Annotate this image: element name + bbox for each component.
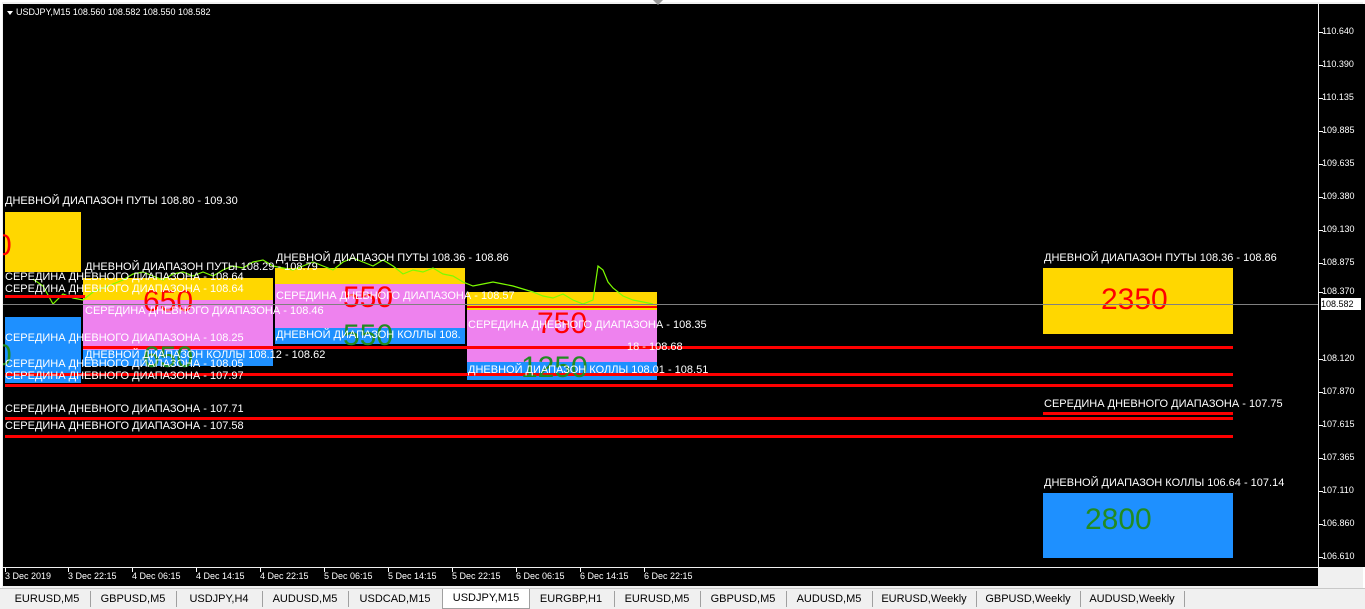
level-line xyxy=(1043,412,1233,415)
mid-label: СЕРЕДИНА ДНЕВНОГО ДИАПАЗОНА - 108.57 xyxy=(276,290,515,302)
range-label-right: ДНЕВНОЙ ДИАПАЗОН КОЛЛЫ 106.64 - 107.14 xyxy=(1044,477,1285,489)
current-price-label: 108.582 xyxy=(1321,298,1361,310)
time-tick: 4 Dec 14:15 xyxy=(196,568,245,581)
chart-tab[interactable]: USDCAD,M15 xyxy=(348,591,443,607)
price-tick: 107.110 xyxy=(1319,485,1354,495)
price-tick: 107.365 xyxy=(1319,452,1355,462)
puts-premium-right: 2350 xyxy=(1101,283,1168,316)
level-line xyxy=(5,435,1233,438)
price-tick: 110.390 xyxy=(1319,59,1354,69)
chart-tab[interactable]: AUDUSD,M5 xyxy=(262,591,349,607)
chevron-down-icon[interactable] xyxy=(7,10,13,15)
time-tick: 5 Dec 06:15 xyxy=(324,568,373,581)
time-tick: 3 Dec 2019 xyxy=(5,568,52,581)
time-axis: 3 Dec 2019 3 Dec 22:15 4 Dec 06:15 4 Dec 14… xyxy=(3,568,1318,586)
chart-tab[interactable]: EURUSD,M5 xyxy=(614,591,701,607)
price-tick: 106.610 xyxy=(1319,551,1355,561)
range-label: ДНЕВНОЙ ДИАПАЗОН КОЛЛЫ 108.01 - 108.51 xyxy=(468,364,709,376)
time-tick: 6 Dec 14:15 xyxy=(580,568,629,581)
price-tick: 109.635 xyxy=(1319,158,1355,168)
mid-label: СЕРЕДИНА ДНЕВНОГО ДИАПАЗОНА - 108.64 xyxy=(5,283,244,295)
price-tick: 108.370 xyxy=(1319,286,1355,296)
mid-label-right: СЕРЕДИНА ДНЕВНОГО ДИАПАЗОНА - 107.75 xyxy=(1044,398,1283,410)
mid-label: СЕРЕДИНА ДНЕВНОГО ДИАПАЗОНА - 108.25 xyxy=(5,332,244,344)
time-tick: 4 Dec 22:15 xyxy=(260,568,309,581)
mid-label: СЕРЕДИНА ДНЕВНОГО ДИАПАЗОНА - 108.35 xyxy=(468,319,707,331)
current-price-line xyxy=(3,304,1318,305)
chart-tab[interactable]: GBPUSD,M5 xyxy=(700,591,787,607)
chart-tab[interactable]: USDJPY,H4 xyxy=(176,591,263,607)
chart-tab[interactable]: AUDUSD,Weekly xyxy=(1080,591,1185,607)
range-label: ДНЕВНОЙ ДИАПАЗОН КОЛЛЫ 108. xyxy=(276,329,461,341)
chart-area[interactable]: 0 0 650 650 550 550 750 1250 2350 2800 Д… xyxy=(3,4,1318,567)
range-label: 18 - 108.68 xyxy=(627,341,683,353)
chart-tab[interactable]: EURGBP,H1 xyxy=(528,591,615,607)
range-label: ДНЕВНОЙ ДИАПАЗОН ПУТЫ 108.80 - 109.30 xyxy=(5,195,238,207)
mid-label: СЕРЕДИНА ДНЕВНОГО ДИАПАЗОНА - 108.46 xyxy=(85,305,324,317)
price-axis: 108.582 110.640 110.390 110.135 109.885 109.… xyxy=(1319,4,1365,567)
price-tick: 108.120 xyxy=(1319,353,1355,363)
price-tick: 109.885 xyxy=(1319,125,1355,135)
calls-premium-right: 2800 xyxy=(1085,503,1152,536)
time-tick: 5 Dec 22:15 xyxy=(452,568,501,581)
price-tick: 108.875 xyxy=(1319,257,1355,267)
time-tick: 3 Dec 22:15 xyxy=(68,568,117,581)
time-tick: 6 Dec 06:15 xyxy=(516,568,565,581)
time-tick: 4 Dec 06:15 xyxy=(132,568,181,581)
chart-tab[interactable]: GBPUSD,M5 xyxy=(90,591,177,607)
price-tick: 107.615 xyxy=(1319,419,1355,429)
range-label: ДНЕВНОЙ ДИАПАЗОН ПУТЫ 108.36 - 108.86 xyxy=(276,252,509,264)
mid-label: СЕРЕДИНА ДНЕВНОГО ДИАПАЗОНА - 107.58 xyxy=(5,420,244,432)
chart-shift-marker[interactable] xyxy=(653,0,663,5)
chart-tab[interactable]: AUDUSD,M5 xyxy=(786,591,873,607)
chart-tab-bar: EURUSD,M5 GBPUSD,M5 USDJPY,H4 AUDUSD,M5 USDC… xyxy=(0,588,1365,609)
mid-label: СЕРЕДИНА ДНЕВНОГО ДИАПАЗОНА - 107.97 xyxy=(5,370,244,382)
range-label-right: ДНЕВНОЙ ДИАПАЗОН ПУТЫ 108.36 - 108.86 xyxy=(1044,252,1277,264)
mid-label: СЕРЕДИНА ДНЕВНОГО ДИАПАЗОНА - 107.71 xyxy=(5,403,244,415)
time-tick: 6 Dec 22:15 xyxy=(644,568,693,581)
price-tick: 109.130 xyxy=(1319,224,1355,234)
chart-title: USDJPY,M15 108.560 108.582 108.550 108.5… xyxy=(7,7,211,17)
puts-premium: 0 xyxy=(3,229,12,262)
price-tick: 107.870 xyxy=(1319,386,1355,396)
time-tick: 5 Dec 14:15 xyxy=(388,568,437,581)
chart-tab[interactable]: EURUSD,Weekly xyxy=(872,591,977,607)
price-tick: 110.135 xyxy=(1319,92,1354,102)
chart-tab[interactable]: EURUSD,M5 xyxy=(4,591,91,607)
price-tick: 106.860 xyxy=(1319,518,1355,528)
price-tick: 109.380 xyxy=(1319,191,1355,201)
price-tick: 110.640 xyxy=(1319,26,1354,36)
chart-tab[interactable]: USDJPY,M15 xyxy=(442,589,530,609)
level-line xyxy=(5,384,1233,387)
chart-tab[interactable]: GBPUSD,Weekly xyxy=(976,591,1081,607)
symbol-header: USDJPY,M15 108.560 108.582 108.550 108.5… xyxy=(16,7,211,17)
